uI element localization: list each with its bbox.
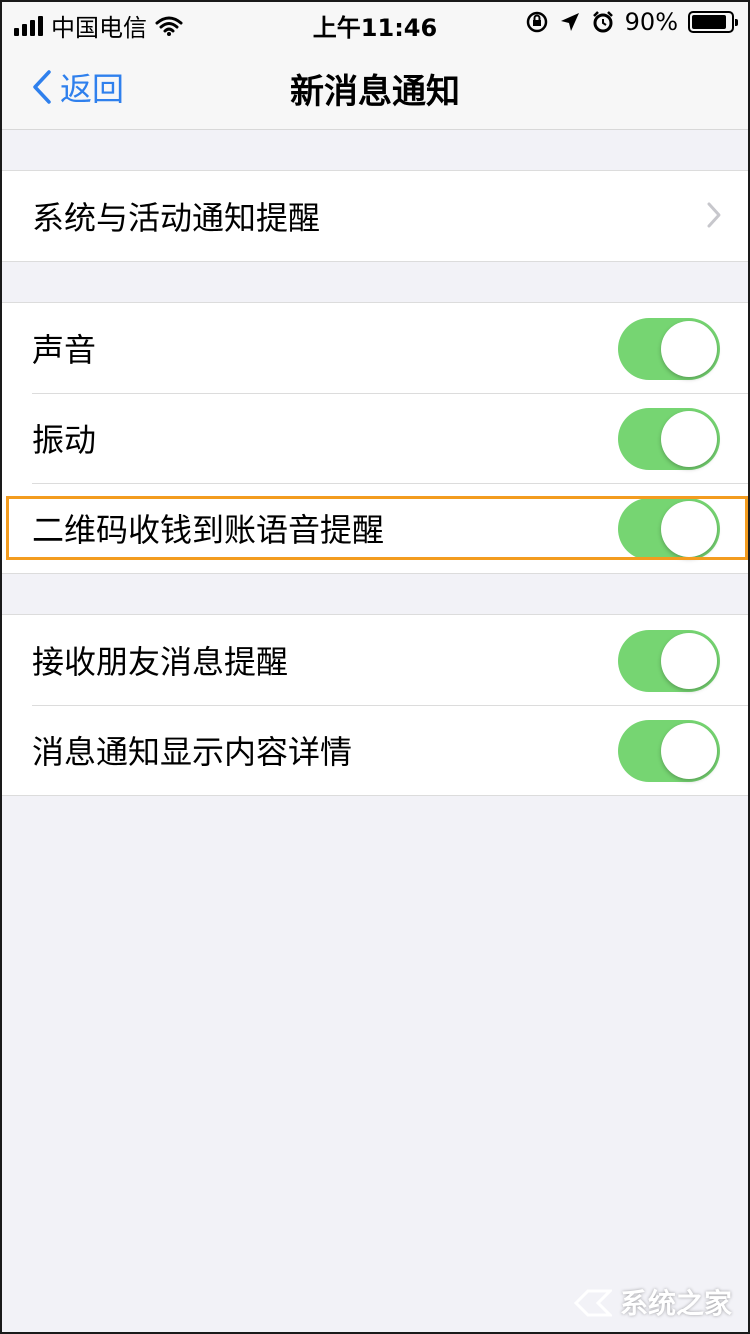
settings-row-friend-messages: 接收朋友消息提醒 [2, 615, 748, 705]
status-bar: 中国电信 上午11:46 90% [2, 2, 748, 42]
battery-percent: 90% [624, 8, 678, 36]
battery-icon [688, 11, 738, 33]
toggle-knob [661, 633, 717, 689]
screen: 中国电信 上午11:46 90% 返回 新消息通知 系统与活动通知提醒 声音 振… [0, 0, 750, 1334]
row-label: 声音 [32, 331, 97, 369]
row-label: 二维码收钱到账语音提醒 [32, 511, 385, 549]
qr-voice-alert-toggle[interactable] [618, 498, 720, 560]
rotation-lock-icon [526, 11, 547, 33]
toggle-knob [661, 321, 717, 377]
page-title: 新消息通知 [290, 72, 460, 112]
battery-fill [692, 15, 727, 29]
toggle-knob [661, 411, 717, 467]
settings-row-vibration: 振动 [2, 393, 748, 483]
watermark-logo-icon [573, 1289, 612, 1317]
settings-row-qr-voice-alert: 二维码收钱到账语音提醒 [2, 483, 748, 573]
settings-group-messages: 接收朋友消息提醒 消息通知显示内容详情 [2, 614, 748, 796]
settings-row-show-details: 消息通知显示内容详情 [2, 705, 748, 795]
row-label: 接收朋友消息提醒 [32, 643, 289, 681]
settings-row-system-notifications[interactable]: 系统与活动通知提醒 [2, 171, 748, 261]
friend-messages-toggle[interactable] [618, 630, 720, 692]
alarm-icon [592, 11, 613, 33]
vibration-toggle[interactable] [618, 408, 720, 470]
watermark-text: 系统之家 [619, 1287, 732, 1320]
row-label: 系统与活动通知提醒 [32, 199, 321, 237]
row-label: 振动 [32, 421, 97, 459]
settings-group-alerts: 声音 振动 二维码收钱到账语音提醒 [2, 302, 748, 574]
toggle-knob [661, 501, 717, 557]
navigation-bar: 返回 新消息通知 [2, 42, 748, 130]
row-label: 消息通知显示内容详情 [32, 733, 353, 771]
toggle-knob [661, 723, 717, 779]
sound-toggle[interactable] [618, 318, 720, 380]
settings-group-system: 系统与活动通知提醒 [2, 170, 748, 262]
watermark: 系统之家 [573, 1282, 732, 1322]
location-icon [560, 13, 579, 31]
chevron-right-icon [707, 202, 721, 228]
status-right: 90% [525, 8, 738, 36]
show-details-toggle[interactable] [618, 720, 720, 782]
settings-row-sound: 声音 [2, 303, 748, 393]
